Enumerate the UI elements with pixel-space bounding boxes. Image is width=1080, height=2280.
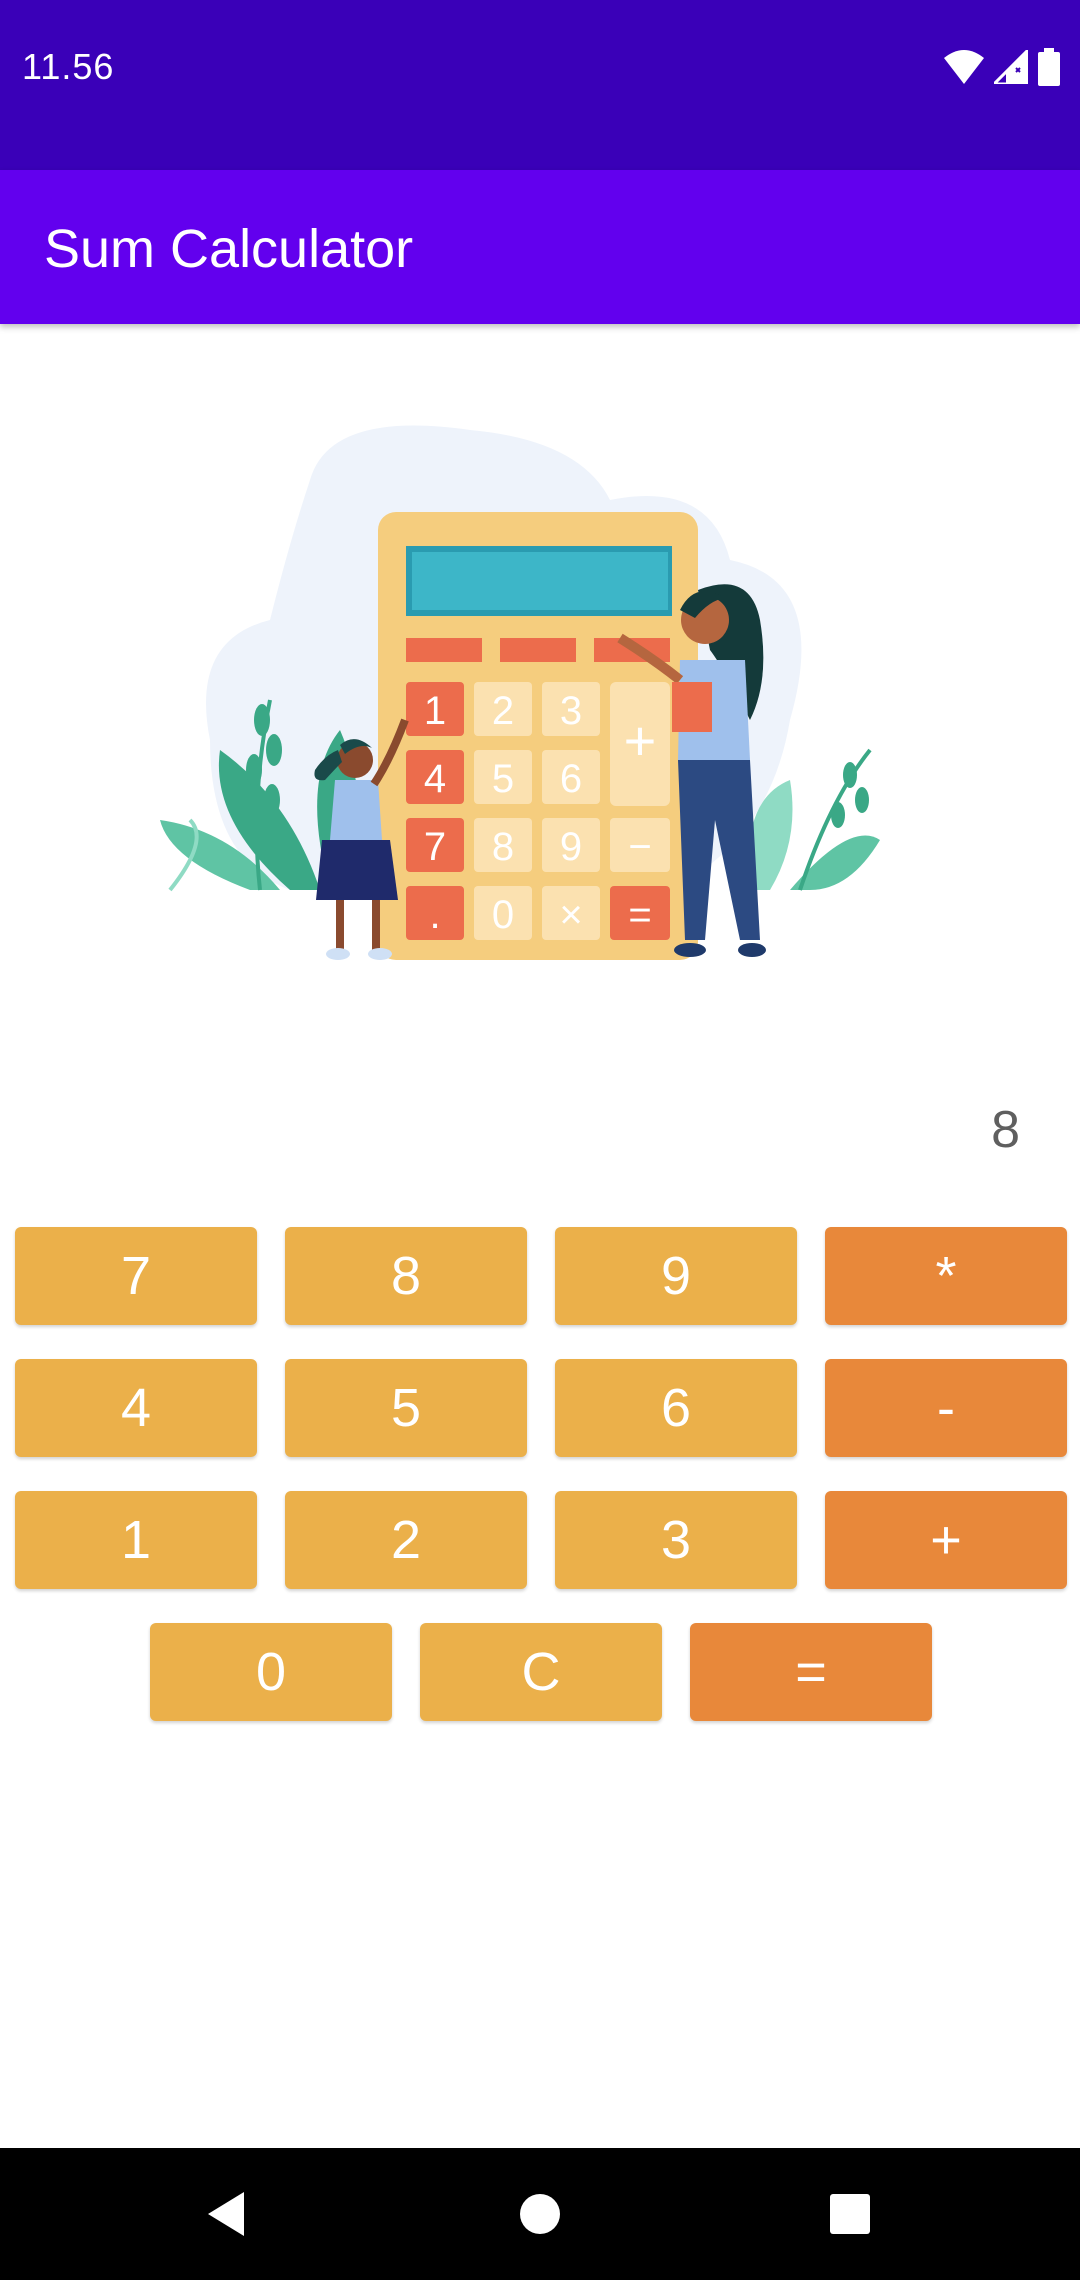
multiply-button[interactable]: * (825, 1227, 1067, 1325)
back-icon[interactable] (196, 2184, 256, 2244)
status-bar: 11.56 (0, 0, 1080, 170)
key-8[interactable]: 8 (285, 1227, 527, 1325)
recents-icon[interactable] (820, 2184, 880, 2244)
svg-text:×: × (559, 893, 582, 937)
key-6[interactable]: 6 (555, 1359, 797, 1457)
app-title: Sum Calculator (44, 219, 414, 279)
key-3[interactable]: 3 (555, 1491, 797, 1589)
key-7[interactable]: 7 (15, 1227, 257, 1325)
key-1[interactable]: 1 (15, 1491, 257, 1589)
clear-button[interactable]: C (420, 1623, 662, 1721)
key-2[interactable]: 2 (285, 1491, 527, 1589)
signal-icon (994, 50, 1028, 84)
svg-text:7: 7 (424, 825, 446, 869)
status-icons (944, 44, 1060, 90)
svg-text:2: 2 (492, 689, 514, 733)
home-icon[interactable] (510, 2184, 570, 2244)
svg-text:1: 1 (424, 689, 446, 733)
svg-text:9: 9 (560, 825, 582, 869)
svg-text:=: = (628, 893, 651, 937)
subtract-button[interactable]: - (825, 1359, 1067, 1457)
svg-text:8: 8 (492, 825, 514, 869)
wifi-icon (944, 50, 984, 84)
svg-text:4: 4 (424, 757, 446, 801)
key-9[interactable]: 9 (555, 1227, 797, 1325)
svg-text:.: . (429, 893, 440, 937)
battery-icon (1038, 48, 1060, 86)
key-4[interactable]: 4 (15, 1359, 257, 1457)
result-display: 8 (991, 1101, 1020, 1159)
key-5[interactable]: 5 (285, 1359, 527, 1457)
navigation-bar (0, 2148, 1080, 2280)
key-0[interactable]: 0 (150, 1623, 392, 1721)
status-time: 11.56 (22, 46, 115, 87)
add-button[interactable]: + (825, 1491, 1067, 1589)
svg-text:3: 3 (560, 689, 582, 733)
svg-text:6: 6 (560, 757, 582, 801)
svg-text:+: + (624, 709, 657, 772)
svg-text:0: 0 (492, 893, 514, 937)
svg-text:5: 5 (492, 757, 514, 801)
equals-button[interactable]: = (690, 1623, 932, 1721)
calculator-illustration: 1 2 3 + 4 5 6 7 8 9 − . 0 × = (150, 420, 930, 980)
app-bar: Sum Calculator (0, 170, 1080, 324)
svg-text:−: − (628, 825, 651, 869)
